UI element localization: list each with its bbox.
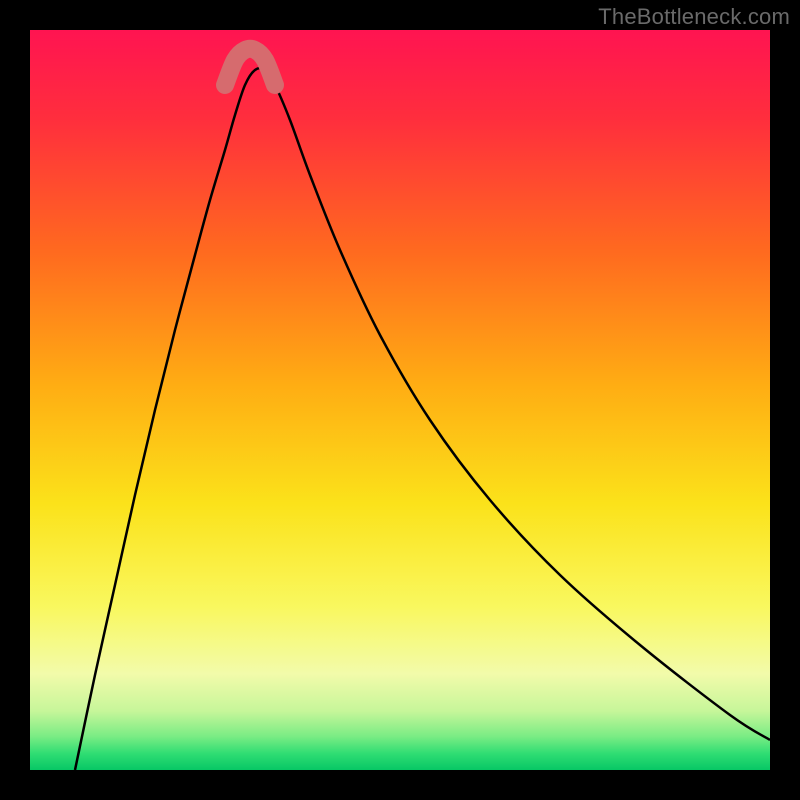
watermark-text: TheBottleneck.com — [598, 4, 790, 30]
chart-frame — [30, 30, 770, 770]
chart-svg — [30, 30, 770, 770]
